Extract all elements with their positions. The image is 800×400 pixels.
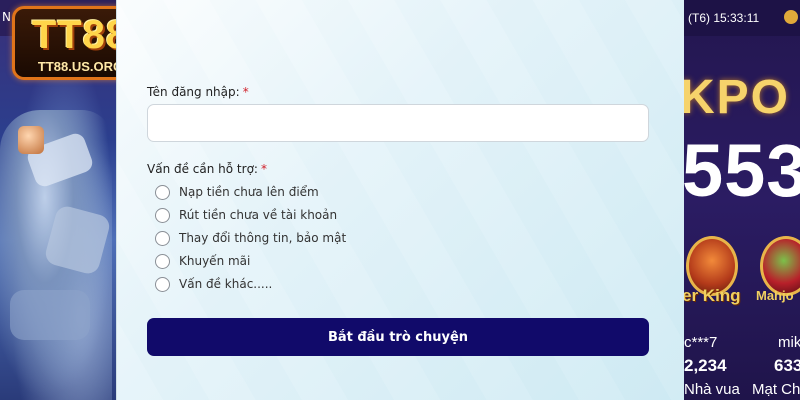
radio-option-withdraw[interactable]: Rút tiền chưa về tài khoản (155, 206, 337, 224)
radio-label: Rút tiền chưa về tài khoản (179, 208, 338, 222)
game-name: Mahjo (756, 288, 794, 303)
username-label-text: Tên đăng nhập: (147, 85, 240, 99)
radio-option-security[interactable]: Thay đổi thông tin, bảo mật (155, 229, 346, 247)
game-tile-joker-king[interactable]: er King (682, 232, 742, 312)
radio-label: Thay đổi thông tin, bảo mật (179, 231, 347, 245)
mahjong-icon (760, 236, 800, 296)
game-label: Mạt Ch (752, 381, 800, 398)
coin-icon[interactable] (784, 10, 798, 24)
radio-button[interactable] (155, 184, 170, 200)
game-label: Nhà vua (684, 381, 740, 398)
radio-option-deposit[interactable]: Nạp tiền chưa lên điểm (155, 183, 319, 201)
required-mark: * (260, 162, 267, 176)
radio-button[interactable] (155, 276, 170, 292)
radio-label: Khuyến mãi (179, 254, 251, 268)
radio-label: Vấn đề khác..... (179, 277, 273, 291)
support-chat-form: Tên đăng nhập: * Vấn đề cần hỗ trợ: * Nạp … (116, 0, 684, 400)
radio-button[interactable] (155, 230, 170, 246)
jackpot-number: 553 (682, 129, 800, 212)
issue-label-text: Vấn đề cần hỗ trợ: (147, 162, 258, 176)
start-chat-button[interactable]: Bắt đầu trò chuyện (147, 318, 649, 356)
game-tile-mahjong[interactable]: Mahjo (756, 232, 800, 312)
jackpot-title: KPO (680, 71, 791, 124)
win-amount: 633 (774, 356, 800, 375)
issue-label: Vấn đề cần hỗ trợ: * (147, 162, 267, 176)
game-name: er King (682, 286, 741, 305)
dice-icon (18, 126, 44, 154)
left-topbar-text: N (2, 10, 11, 24)
radio-button[interactable] (155, 207, 170, 223)
right-topbar: (T6) 15:33:11 (684, 0, 800, 36)
clock-text: (T6) 15:33:11 (688, 11, 760, 25)
radio-option-other[interactable]: Vấn đề khác..... (155, 275, 272, 293)
radio-label: Nạp tiền chưa lên điểm (179, 185, 319, 199)
radio-button[interactable] (155, 253, 170, 269)
required-mark: * (242, 85, 249, 99)
winner-username: c***7 (684, 334, 718, 351)
robot-plate (10, 290, 90, 340)
win-amount: 2,234 (684, 356, 727, 375)
radio-option-promotion[interactable]: Khuyến mãi (155, 252, 250, 270)
winner-username: mik (778, 334, 800, 351)
username-input[interactable] (147, 104, 649, 142)
username-label: Tên đăng nhập: * (147, 85, 249, 99)
